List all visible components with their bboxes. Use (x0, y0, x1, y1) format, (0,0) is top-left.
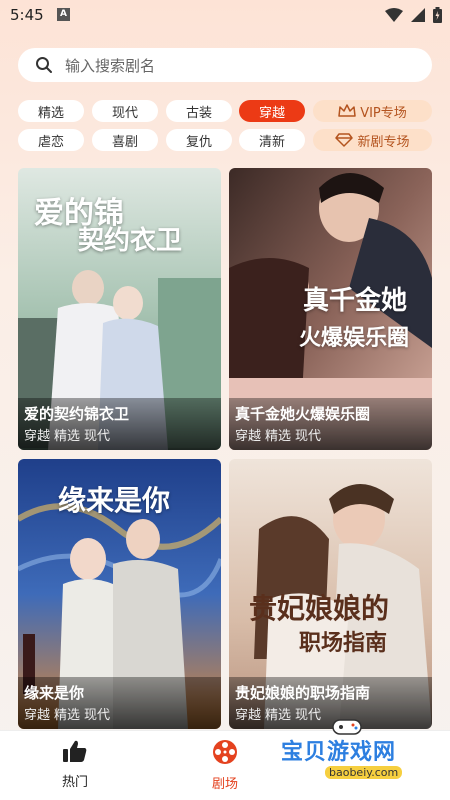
filter-chip-xiju[interactable]: 喜剧 (92, 129, 158, 151)
nav-tab-theater[interactable]: 剧场 (195, 739, 255, 792)
chip-label: 复仇 (185, 134, 212, 150)
drama-title: 缘来是你 (24, 684, 85, 702)
drama-card[interactable]: 缘来是你 缘来是你 穿越 精选 现代 (18, 459, 221, 729)
crown-icon (338, 104, 356, 117)
poster-title-line2: 火爆娱乐圈 (299, 325, 410, 351)
chip-label: VIP专场 (360, 105, 407, 121)
tag: 穿越 (24, 708, 51, 723)
watermark-logo: 宝贝游戏网 baobeiy.com (275, 719, 425, 794)
tag: 现代 (295, 708, 322, 723)
poster-title-line1: 贵妃娘娘的 (249, 592, 390, 625)
tag: 现代 (295, 429, 322, 444)
film-reel-icon (213, 740, 237, 764)
notification-icon: A (57, 8, 70, 21)
chip-label: 穿越 (258, 105, 285, 121)
signal-icon (411, 8, 425, 22)
poster-title-line2: 职场指南 (299, 630, 388, 656)
drama-tags: 穿越 精选 现代 (235, 425, 321, 444)
chip-label: 精选 (37, 105, 64, 121)
tag: 精选 (54, 708, 81, 723)
search-bar[interactable]: 输入搜索剧名 (18, 48, 432, 82)
tag: 现代 (84, 429, 111, 444)
filter-chip-guzhuang[interactable]: 古装 (166, 100, 232, 122)
vip-zone-chip[interactable]: VIP专场 (313, 100, 432, 122)
drama-tags: 穿越 精选 现代 (235, 704, 321, 723)
drama-title: 真千金她火爆娱乐圈 (235, 405, 371, 423)
tag: 精选 (54, 429, 81, 444)
nav-label: 热门 (61, 775, 88, 790)
thumbs-up-icon (63, 740, 87, 762)
tag: 穿越 (235, 429, 262, 444)
poster-title-line1: 缘来是你 (58, 484, 171, 517)
drama-title: 贵妃娘娘的职场指南 (235, 684, 371, 702)
drama-card[interactable]: 爱的锦 契约衣卫 爱的契约锦衣卫 穿越 精选 现代 (18, 168, 221, 450)
chip-label: 古装 (185, 105, 212, 121)
status-bar: 5:45 A (0, 0, 450, 32)
tag: 精选 (265, 429, 292, 444)
chip-label: 虐恋 (37, 134, 64, 150)
new-drama-zone-chip[interactable]: 新剧专场 (313, 129, 432, 151)
wifi-icon (385, 8, 403, 22)
nav-tab-hot[interactable]: 热门 (45, 739, 105, 790)
chip-label: 现代 (111, 105, 138, 121)
tag: 穿越 (235, 708, 262, 723)
tag: 精选 (265, 708, 292, 723)
drama-card[interactable]: 贵妃娘娘的 职场指南 贵妃娘娘的职场指南 穿越 精选 现代 (229, 459, 432, 729)
poster-title-line2: 契约衣卫 (78, 226, 183, 256)
search-icon (36, 57, 52, 73)
drama-title: 爱的契约锦衣卫 (24, 405, 130, 423)
chip-label: 清新 (258, 134, 285, 150)
watermark-text: 宝贝游戏网 (281, 740, 397, 765)
battery-icon (433, 7, 442, 23)
watermark-url: baobeiy.com (325, 766, 403, 779)
diamond-icon (335, 133, 354, 147)
drama-tags: 穿越 精选 现代 (24, 425, 110, 444)
drama-tags: 穿越 精选 现代 (24, 704, 110, 723)
poster-title-line1: 真千金她 (303, 286, 408, 316)
filter-chip-nuelian[interactable]: 虐恋 (18, 129, 84, 151)
chip-label: 喜剧 (111, 134, 138, 150)
tag: 现代 (84, 708, 111, 723)
filter-chip-chuanyue[interactable]: 穿越 (239, 100, 305, 122)
filter-chip-fuchou[interactable]: 复仇 (166, 129, 232, 151)
tag: 穿越 (24, 429, 51, 444)
drama-card[interactable]: 真千金她 火爆娱乐圈 真千金她火爆娱乐圈 穿越 精选 现代 (229, 168, 432, 450)
filter-chip-qingxin[interactable]: 清新 (239, 129, 305, 151)
filter-chip-jingxuan[interactable]: 精选 (18, 100, 84, 122)
nav-label: 剧场 (211, 777, 238, 792)
search-placeholder[interactable]: 输入搜索剧名 (65, 55, 155, 76)
filter-chip-xiandai[interactable]: 现代 (92, 100, 158, 122)
chip-label: 新剧专场 (357, 134, 410, 150)
status-time: 5:45 (10, 6, 44, 24)
